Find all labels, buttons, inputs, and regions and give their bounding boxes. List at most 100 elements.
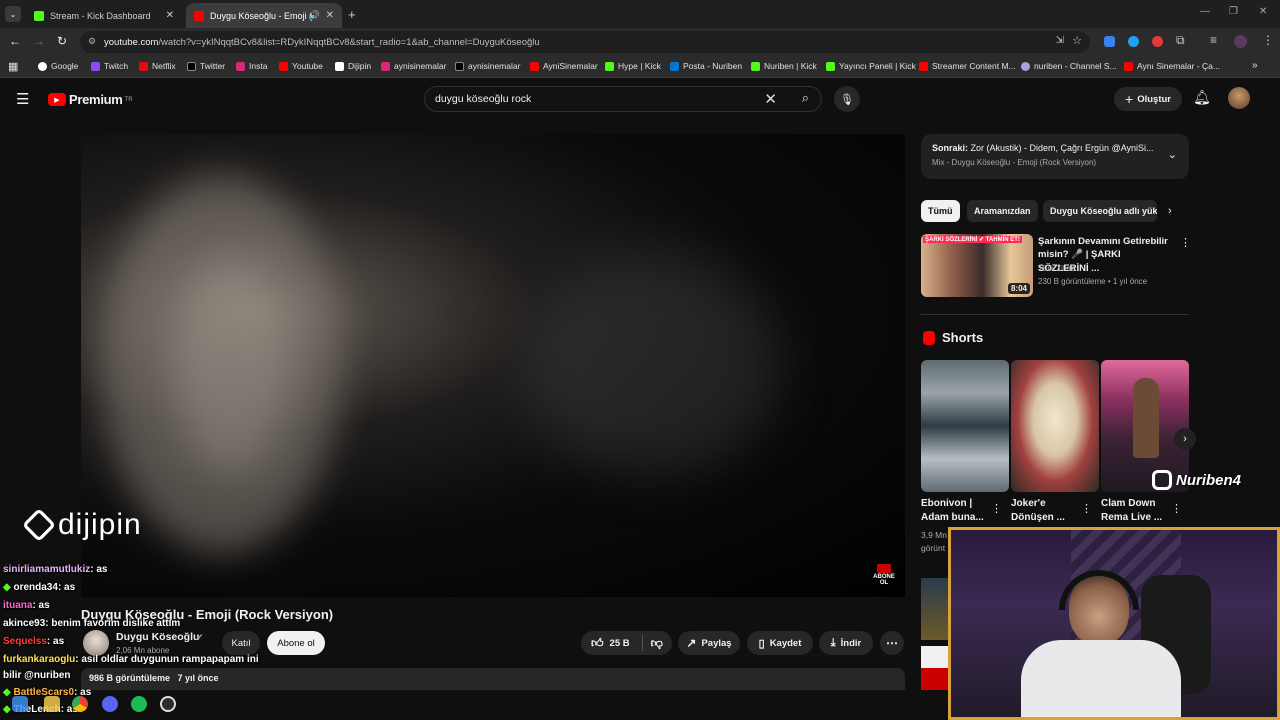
- short-thumbnail-2[interactable]: [1011, 360, 1099, 492]
- more-actions-button[interactable]: ⋯: [880, 631, 904, 655]
- reload-icon[interactable]: ↻: [57, 34, 67, 48]
- bookmark-netflix[interactable]: Netflix: [139, 61, 176, 71]
- bookmark-star-icon[interactable]: ☆: [1072, 34, 1082, 47]
- forward-icon[interactable]: →: [33, 34, 45, 48]
- install-icon[interactable]: ⇲: [1056, 35, 1064, 46]
- like-button[interactable]: 👍︎ 25 B: [581, 636, 630, 651]
- reading-list-icon[interactable]: ≡: [1210, 33, 1217, 47]
- extension-globe-icon[interactable]: [1128, 36, 1139, 47]
- spotify-icon[interactable]: [131, 696, 147, 712]
- up-next-panel[interactable]: Sonraki: Zor (Akustik) - Didem, Çağrı Er…: [921, 134, 1189, 179]
- bookmark-ayni-sinemalar[interactable]: Aynı Sinemalar - Ça...: [1124, 61, 1220, 71]
- bookmark-twitch[interactable]: Twitch: [91, 61, 128, 71]
- clear-search-icon[interactable]: ✕: [764, 90, 777, 108]
- obs-icon[interactable]: [160, 696, 176, 712]
- tab-search-button[interactable]: ⌄: [5, 6, 21, 22]
- maximize-button[interactable]: ❐: [1229, 6, 1238, 17]
- url-input[interactable]: ⚙ youtube.com/watch?v=ykINqqtBCv8&list=R…: [80, 31, 1090, 53]
- more-vert-icon[interactable]: ⋮: [1081, 502, 1092, 515]
- extensions-puzzle-icon[interactable]: ⧉: [1176, 33, 1185, 48]
- tab-kick-dashboard[interactable]: Stream - Kick Dashboard ✕: [26, 3, 182, 28]
- bookmark-aynisinemalar-x[interactable]: aynisinemalar: [455, 61, 520, 71]
- abone-ol-badge[interactable]: ABONE OL: [871, 564, 897, 586]
- recommended-thumbnail[interactable]: ŞARKI SÖZLERİNİ ✔ TAHMİN ET! 8:04: [921, 234, 1033, 297]
- partial-thumbnail-1[interactable]: [921, 578, 951, 640]
- apps-grid-icon[interactable]: ▦: [8, 60, 18, 73]
- chrome-icon[interactable]: [72, 696, 88, 712]
- chat-username: akince93: [3, 618, 46, 629]
- thumbs-up-icon: 👍︎: [591, 635, 604, 650]
- chat-username: Sequelss: [3, 636, 47, 647]
- chip-channel-uploads[interactable]: Duygu Köseoğlu adlı yük: [1043, 200, 1157, 222]
- bookmark-aynisinemalar-insta[interactable]: aynisinemalar: [381, 61, 446, 71]
- bookmark-aynisinemalar-yt[interactable]: AyniSinemalar: [530, 61, 598, 71]
- bookmark-nuriben-kick[interactable]: Nuriben | Kick: [751, 61, 817, 71]
- join-button[interactable]: Katıl: [222, 631, 260, 655]
- bookmark-dijipin[interactable]: Dijipin: [335, 61, 371, 71]
- description-box[interactable]: 986 B görüntüleme 7 yıl önce: [81, 668, 905, 690]
- instagram-icon: [236, 61, 245, 71]
- bookmark-nuriben-channel[interactable]: nuriben - Channel S...: [1021, 61, 1117, 71]
- new-tab-button[interactable]: +: [348, 7, 356, 22]
- back-icon[interactable]: ←: [9, 34, 21, 48]
- create-button[interactable]: + Oluştur: [1114, 87, 1182, 111]
- bookmark-twitter[interactable]: Twitter: [187, 61, 225, 71]
- menu-icon[interactable]: ☰: [16, 90, 29, 108]
- close-icon[interactable]: ✕: [166, 10, 174, 21]
- minimize-button[interactable]: —: [1200, 6, 1210, 17]
- bookmark-icon: ▯: [758, 637, 765, 650]
- notifications-bell-icon[interactable]: 🔔︎: [1193, 89, 1211, 106]
- bookmark-yayinci-paneli[interactable]: Yayıncı Paneli | Kick: [826, 61, 916, 71]
- file-explorer-icon[interactable]: [44, 696, 60, 712]
- voice-search-button[interactable]: 🎙: [834, 86, 860, 112]
- dislike-button[interactable]: 👎︎: [651, 636, 663, 651]
- chevron-right-icon[interactable]: ›: [1168, 205, 1172, 217]
- tab-youtube-video[interactable]: Duygu Köseoğlu - Emoji (R 🔊 ✕: [186, 3, 342, 28]
- close-icon[interactable]: ✕: [326, 10, 334, 21]
- short-title-3[interactable]: Clam Down Rema Live ...: [1101, 497, 1167, 524]
- windows-start-icon[interactable]: [12, 696, 28, 712]
- partial-thumbnail-2[interactable]: [921, 646, 951, 690]
- shorts-next-button[interactable]: ›: [1174, 428, 1196, 450]
- bookmark-streamer-content[interactable]: Streamer Content M...: [919, 61, 1016, 71]
- video-player[interactable]: ABONE OL: [81, 134, 905, 597]
- like-dislike-group: 👍︎ 25 B 👎︎: [581, 631, 672, 655]
- more-vert-icon[interactable]: ⋮: [991, 502, 1002, 515]
- chip-all[interactable]: Tümü: [921, 200, 960, 222]
- short-title-1[interactable]: Ebonivon | Adam buna...: [921, 497, 987, 524]
- short-thumbnail-1[interactable]: [921, 360, 1009, 492]
- bookmark-posta[interactable]: Posta - Nuriben: [670, 61, 742, 71]
- search-input[interactable]: duygu köseoğlu rock ✕ ⌕: [424, 86, 822, 112]
- recommended-channel[interactable]: Türk Zillaz: [1038, 264, 1075, 273]
- more-bookmarks-icon[interactable]: »: [1252, 60, 1258, 71]
- bookmark-insta[interactable]: Insta: [236, 61, 267, 71]
- bookmark-google[interactable]: Google: [38, 61, 78, 71]
- bookmark-youtube[interactable]: Youtube: [279, 61, 323, 71]
- more-vert-icon[interactable]: ⋮: [1171, 502, 1182, 515]
- extension-record-icon[interactable]: [1152, 36, 1163, 47]
- extension-shield-icon[interactable]: [1104, 36, 1115, 47]
- chevron-down-icon[interactable]: ⌄: [1168, 148, 1177, 161]
- share-button[interactable]: ↗ Paylaş: [678, 631, 740, 655]
- recommended-meta: 230 B görüntüleme • 1 yıl önce: [1038, 277, 1148, 286]
- more-vert-icon[interactable]: ⋮: [1180, 236, 1191, 249]
- speaker-icon[interactable]: 🔊: [309, 10, 320, 21]
- search-icon[interactable]: ⌕: [802, 90, 809, 106]
- short-title-2[interactable]: Joker'e Dönüşen ...: [1011, 497, 1077, 524]
- channel-avatar[interactable]: [83, 630, 109, 656]
- browser-menu-icon[interactable]: ⋮: [1262, 33, 1274, 47]
- save-button[interactable]: ▯ Kaydet: [747, 631, 813, 655]
- channel-name[interactable]: Duygu Köseoğlu: [116, 631, 199, 643]
- chip-from-search[interactable]: Aramanızdan: [967, 200, 1038, 222]
- avatar[interactable]: [1228, 87, 1250, 109]
- chat-text: : as: [46, 636, 65, 647]
- subscribe-button[interactable]: Abone ol: [267, 631, 325, 655]
- up-next-line: Sonraki: Zor (Akustik) - Didem, Çağrı Er…: [932, 143, 1157, 153]
- youtube-logo[interactable]: ▶ Premium TR: [48, 92, 133, 107]
- close-window-button[interactable]: ✕: [1259, 6, 1267, 17]
- discord-icon[interactable]: [102, 696, 118, 712]
- site-info-icon[interactable]: ⚙: [88, 36, 96, 47]
- bookmark-hype-kick[interactable]: Hype | Kick: [605, 61, 661, 71]
- profile-icon[interactable]: [1234, 35, 1247, 48]
- download-button[interactable]: ⤓ İndir: [819, 631, 873, 655]
